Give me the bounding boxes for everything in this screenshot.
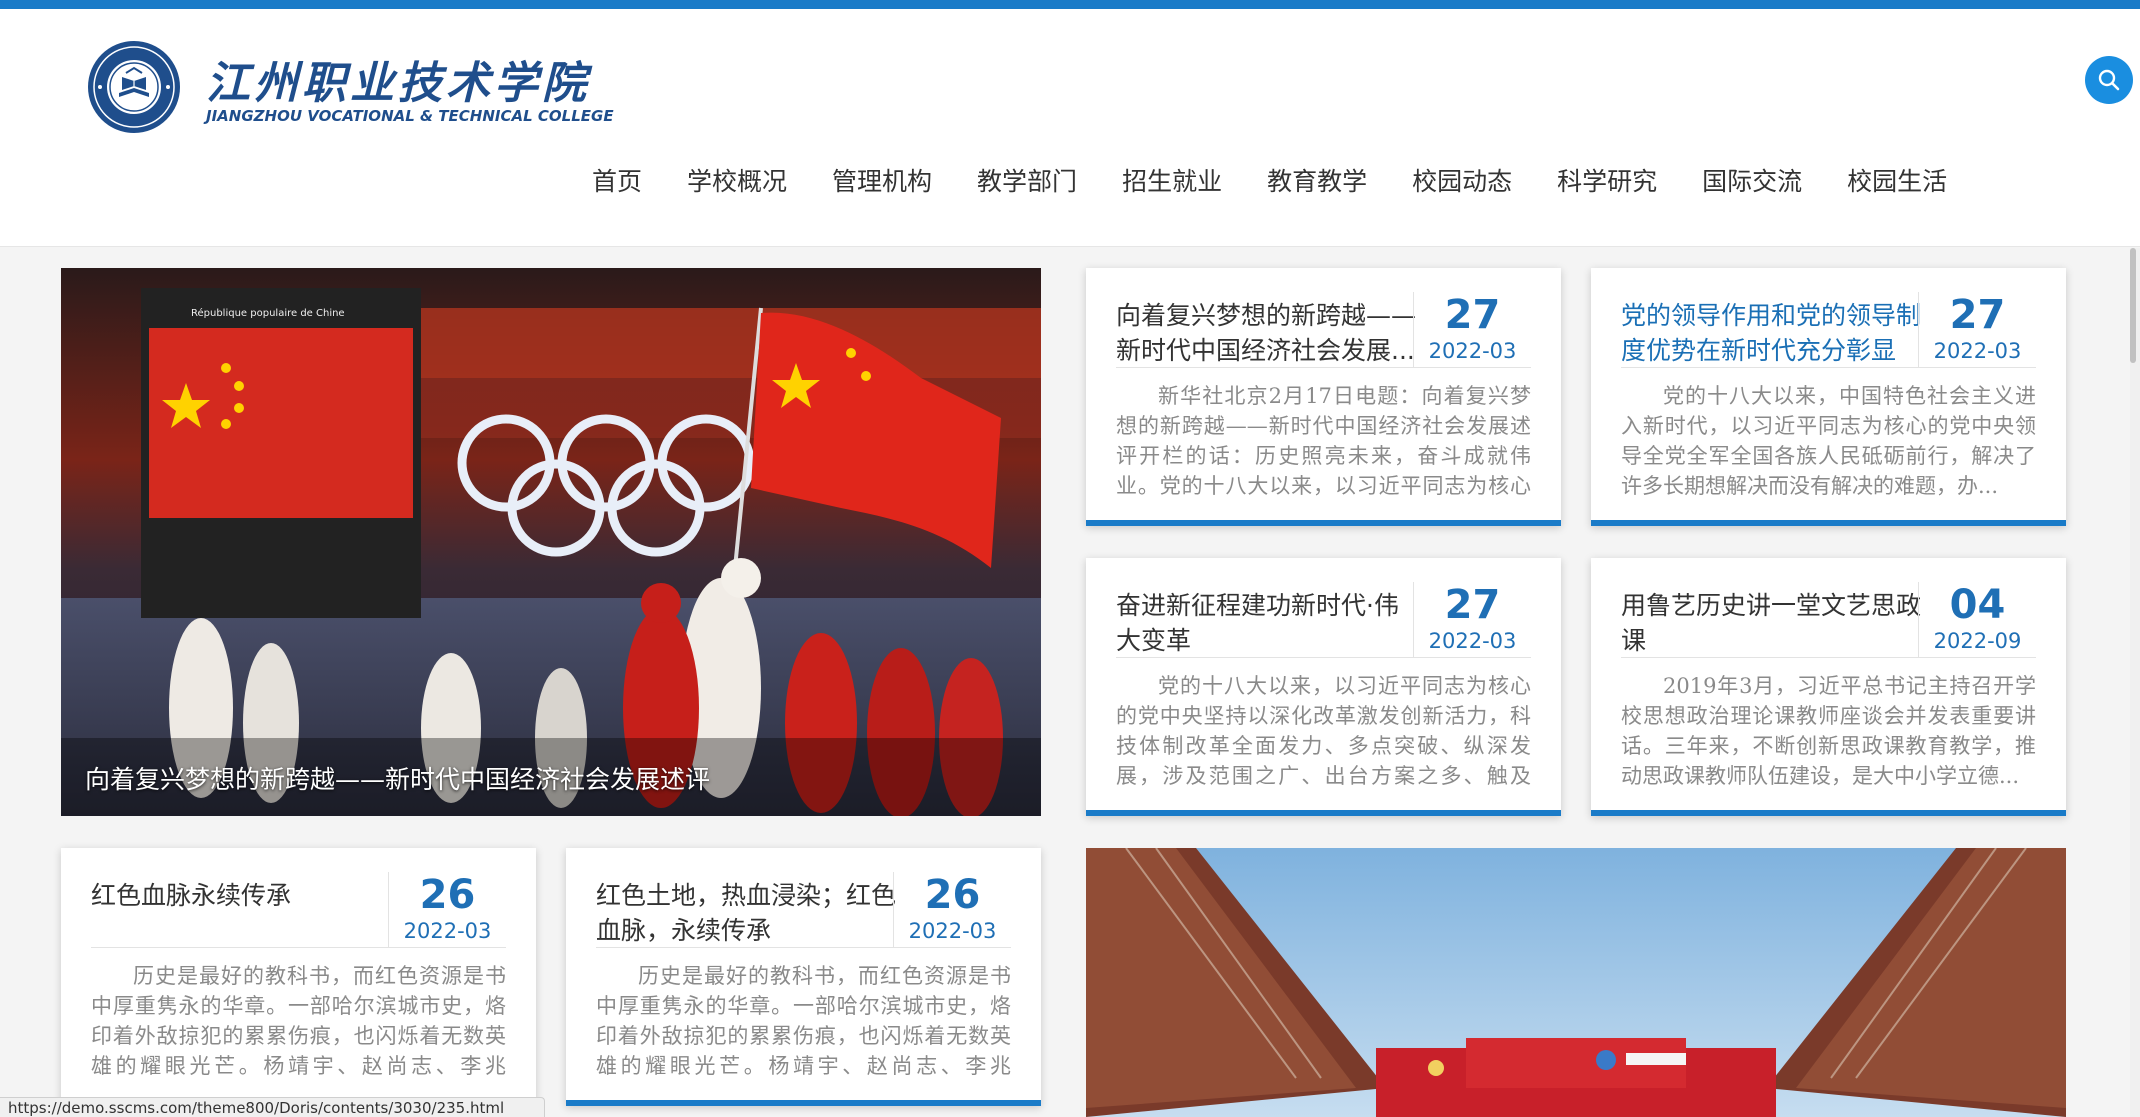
olympic-ceremony-image: République populaire de Chine [61, 268, 1041, 816]
news-card-date: 26 2022-03 [893, 872, 1011, 948]
news-card-title[interactable]: 用鲁艺历史讲一堂文艺思政课 [1621, 588, 1921, 658]
hero-caption[interactable]: 向着复兴梦想的新跨越——新时代中国经济社会发展述评 [85, 760, 710, 796]
search-button[interactable] [2085, 56, 2133, 104]
news-card-header: 红色土地，热血浸染；红色血脉，永续传承 26 2022-03 [596, 872, 1011, 948]
news-card-header: 奋进新征程建功新时代·伟大变革 27 2022-03 [1116, 582, 1531, 658]
news-card-summary: 党的十八大以来，中国特色社会主义进入新时代，以习近平同志为核心的党中央领导全党全… [1621, 384, 2036, 498]
nav-item-research[interactable]: 科学研究 [1557, 157, 1657, 207]
college-name-cn: 江州职业技术学院 [206, 58, 590, 109]
news-card-summary: 党的十八大以来，以习近平同志为核心的党中央坚持以深化改革激发创新活力，科技体制改… [1116, 674, 1531, 788]
main-nav: 首页 学校概况 管理机构 教学部门 招生就业 教育教学 校园动态 科学研究 国际… [592, 157, 1992, 207]
news-card-date: 27 2022-03 [1413, 582, 1531, 658]
news-card-year-month: 2022-03 [1428, 339, 1517, 363]
site-header: 江州职业技术学院 JIANGZHOU VOCATIONAL & TECHNICA… [0, 9, 2140, 247]
campus-photo[interactable] [1086, 848, 2066, 1117]
nav-item-admissions[interactable]: 招生就业 [1122, 157, 1222, 207]
news-card-day: 26 [419, 872, 476, 918]
news-card[interactable]: 奋进新征程建功新时代·伟大变革 27 2022-03 党的十八大以来，以习近平同… [1086, 558, 1561, 816]
news-card-title[interactable]: 向着复兴梦想的新跨越——新时代中国经济社会发展... [1116, 298, 1416, 368]
news-card[interactable]: 用鲁艺历史讲一堂文艺思政课 04 2022-09 2019年3月，习近平总书记主… [1591, 558, 2066, 816]
news-card-title[interactable]: 党的领导作用和党的领导制度优势在新时代充分彰显 [1621, 298, 1921, 368]
page-scrollbar[interactable] [2130, 248, 2140, 1117]
nav-item-departments[interactable]: 教学部门 [977, 157, 1077, 207]
news-card-year-month: 2022-03 [1933, 339, 2022, 363]
nav-item-campus-life[interactable]: 校园生活 [1847, 157, 1947, 207]
news-card-date: 26 2022-03 [388, 872, 506, 948]
news-card-day: 04 [1949, 582, 2006, 628]
news-card-day: 26 [924, 872, 981, 918]
news-card-date: 04 2022-09 [1918, 582, 2036, 658]
nav-item-campus-news[interactable]: 校园动态 [1412, 157, 1512, 207]
svg-text:République populaire de Chine: République populaire de Chine [191, 307, 345, 319]
news-card-year-month: 2022-03 [1428, 629, 1517, 653]
top-accent-bar [0, 0, 2140, 9]
news-card-title[interactable]: 红色血脉永续传承 [91, 878, 391, 913]
nav-item-administration[interactable]: 管理机构 [832, 157, 932, 207]
news-card[interactable]: 红色血脉永续传承 26 2022-03 历史是最好的教科书，而红色资源是书中厚重… [61, 848, 536, 1106]
news-card-header: 用鲁艺历史讲一堂文艺思政课 04 2022-09 [1621, 582, 2036, 658]
news-card-day: 27 [1949, 292, 2006, 338]
nav-item-about[interactable]: 学校概况 [687, 157, 787, 207]
news-card-date: 27 2022-03 [1918, 292, 2036, 368]
nav-item-home[interactable]: 首页 [592, 157, 642, 207]
news-card[interactable]: 红色土地，热血浸染；红色血脉，永续传承 26 2022-03 历史是最好的教科书… [566, 848, 1041, 1106]
exhibition-building-image [1086, 848, 2066, 1117]
news-card-day: 27 [1444, 582, 1501, 628]
scrollbar-thumb[interactable] [2130, 248, 2136, 363]
news-card-summary: 历史是最好的教科书，而红色资源是书中厚重隽永的华章。一部哈尔滨城市史，烙印着外敌… [91, 964, 506, 1078]
news-card-header: 党的领导作用和党的领导制度优势在新时代充分彰显 27 2022-03 [1621, 292, 2036, 368]
news-card-summary: 2019年3月，习近平总书记主持召开学校思想政治理论课教师座谈会并发表重要讲话。… [1621, 674, 2036, 788]
news-card[interactable]: 向着复兴梦想的新跨越——新时代中国经济社会发展... 27 2022-03 新华… [1086, 268, 1561, 526]
news-card-date: 27 2022-03 [1413, 292, 1531, 368]
hero-featured-image[interactable]: République populaire de Chine 向着复兴梦想的新跨越… [61, 268, 1041, 816]
news-card-title[interactable]: 红色土地，热血浸染；红色血脉，永续传承 [596, 878, 896, 948]
news-card[interactable]: 党的领导作用和党的领导制度优势在新时代充分彰显 27 2022-03 党的十八大… [1591, 268, 2066, 526]
browser-status-url: https://demo.sscms.com/theme800/Doris/co… [0, 1097, 545, 1117]
news-card-summary: 历史是最好的教科书，而红色资源是书中厚重隽永的华章。一部哈尔滨城市史，烙印着外敌… [596, 964, 1011, 1078]
college-seal-icon [88, 41, 180, 133]
news-card-year-month: 2022-03 [403, 919, 492, 943]
news-card-year-month: 2022-03 [908, 919, 997, 943]
news-card-header: 红色血脉永续传承 26 2022-03 [91, 872, 506, 948]
college-name-en: JIANGZHOU VOCATIONAL & TECHNICAL COLLEGE [206, 107, 614, 125]
nav-item-education[interactable]: 教育教学 [1267, 157, 1367, 207]
news-card-day: 27 [1444, 292, 1501, 338]
news-card-summary: 新华社北京2月17日电题：向着复兴梦想的新跨越——新时代中国经济社会发展述评开栏… [1116, 384, 1531, 498]
news-card-year-month: 2022-09 [1933, 629, 2022, 653]
search-icon [2098, 69, 2120, 91]
news-card-title[interactable]: 奋进新征程建功新时代·伟大变革 [1116, 588, 1416, 658]
site-logo[interactable]: 江州职业技术学院 JIANGZHOU VOCATIONAL & TECHNICA… [86, 39, 614, 139]
news-card-header: 向着复兴梦想的新跨越——新时代中国经济社会发展... 27 2022-03 [1116, 292, 1531, 368]
nav-item-international[interactable]: 国际交流 [1702, 157, 1802, 207]
